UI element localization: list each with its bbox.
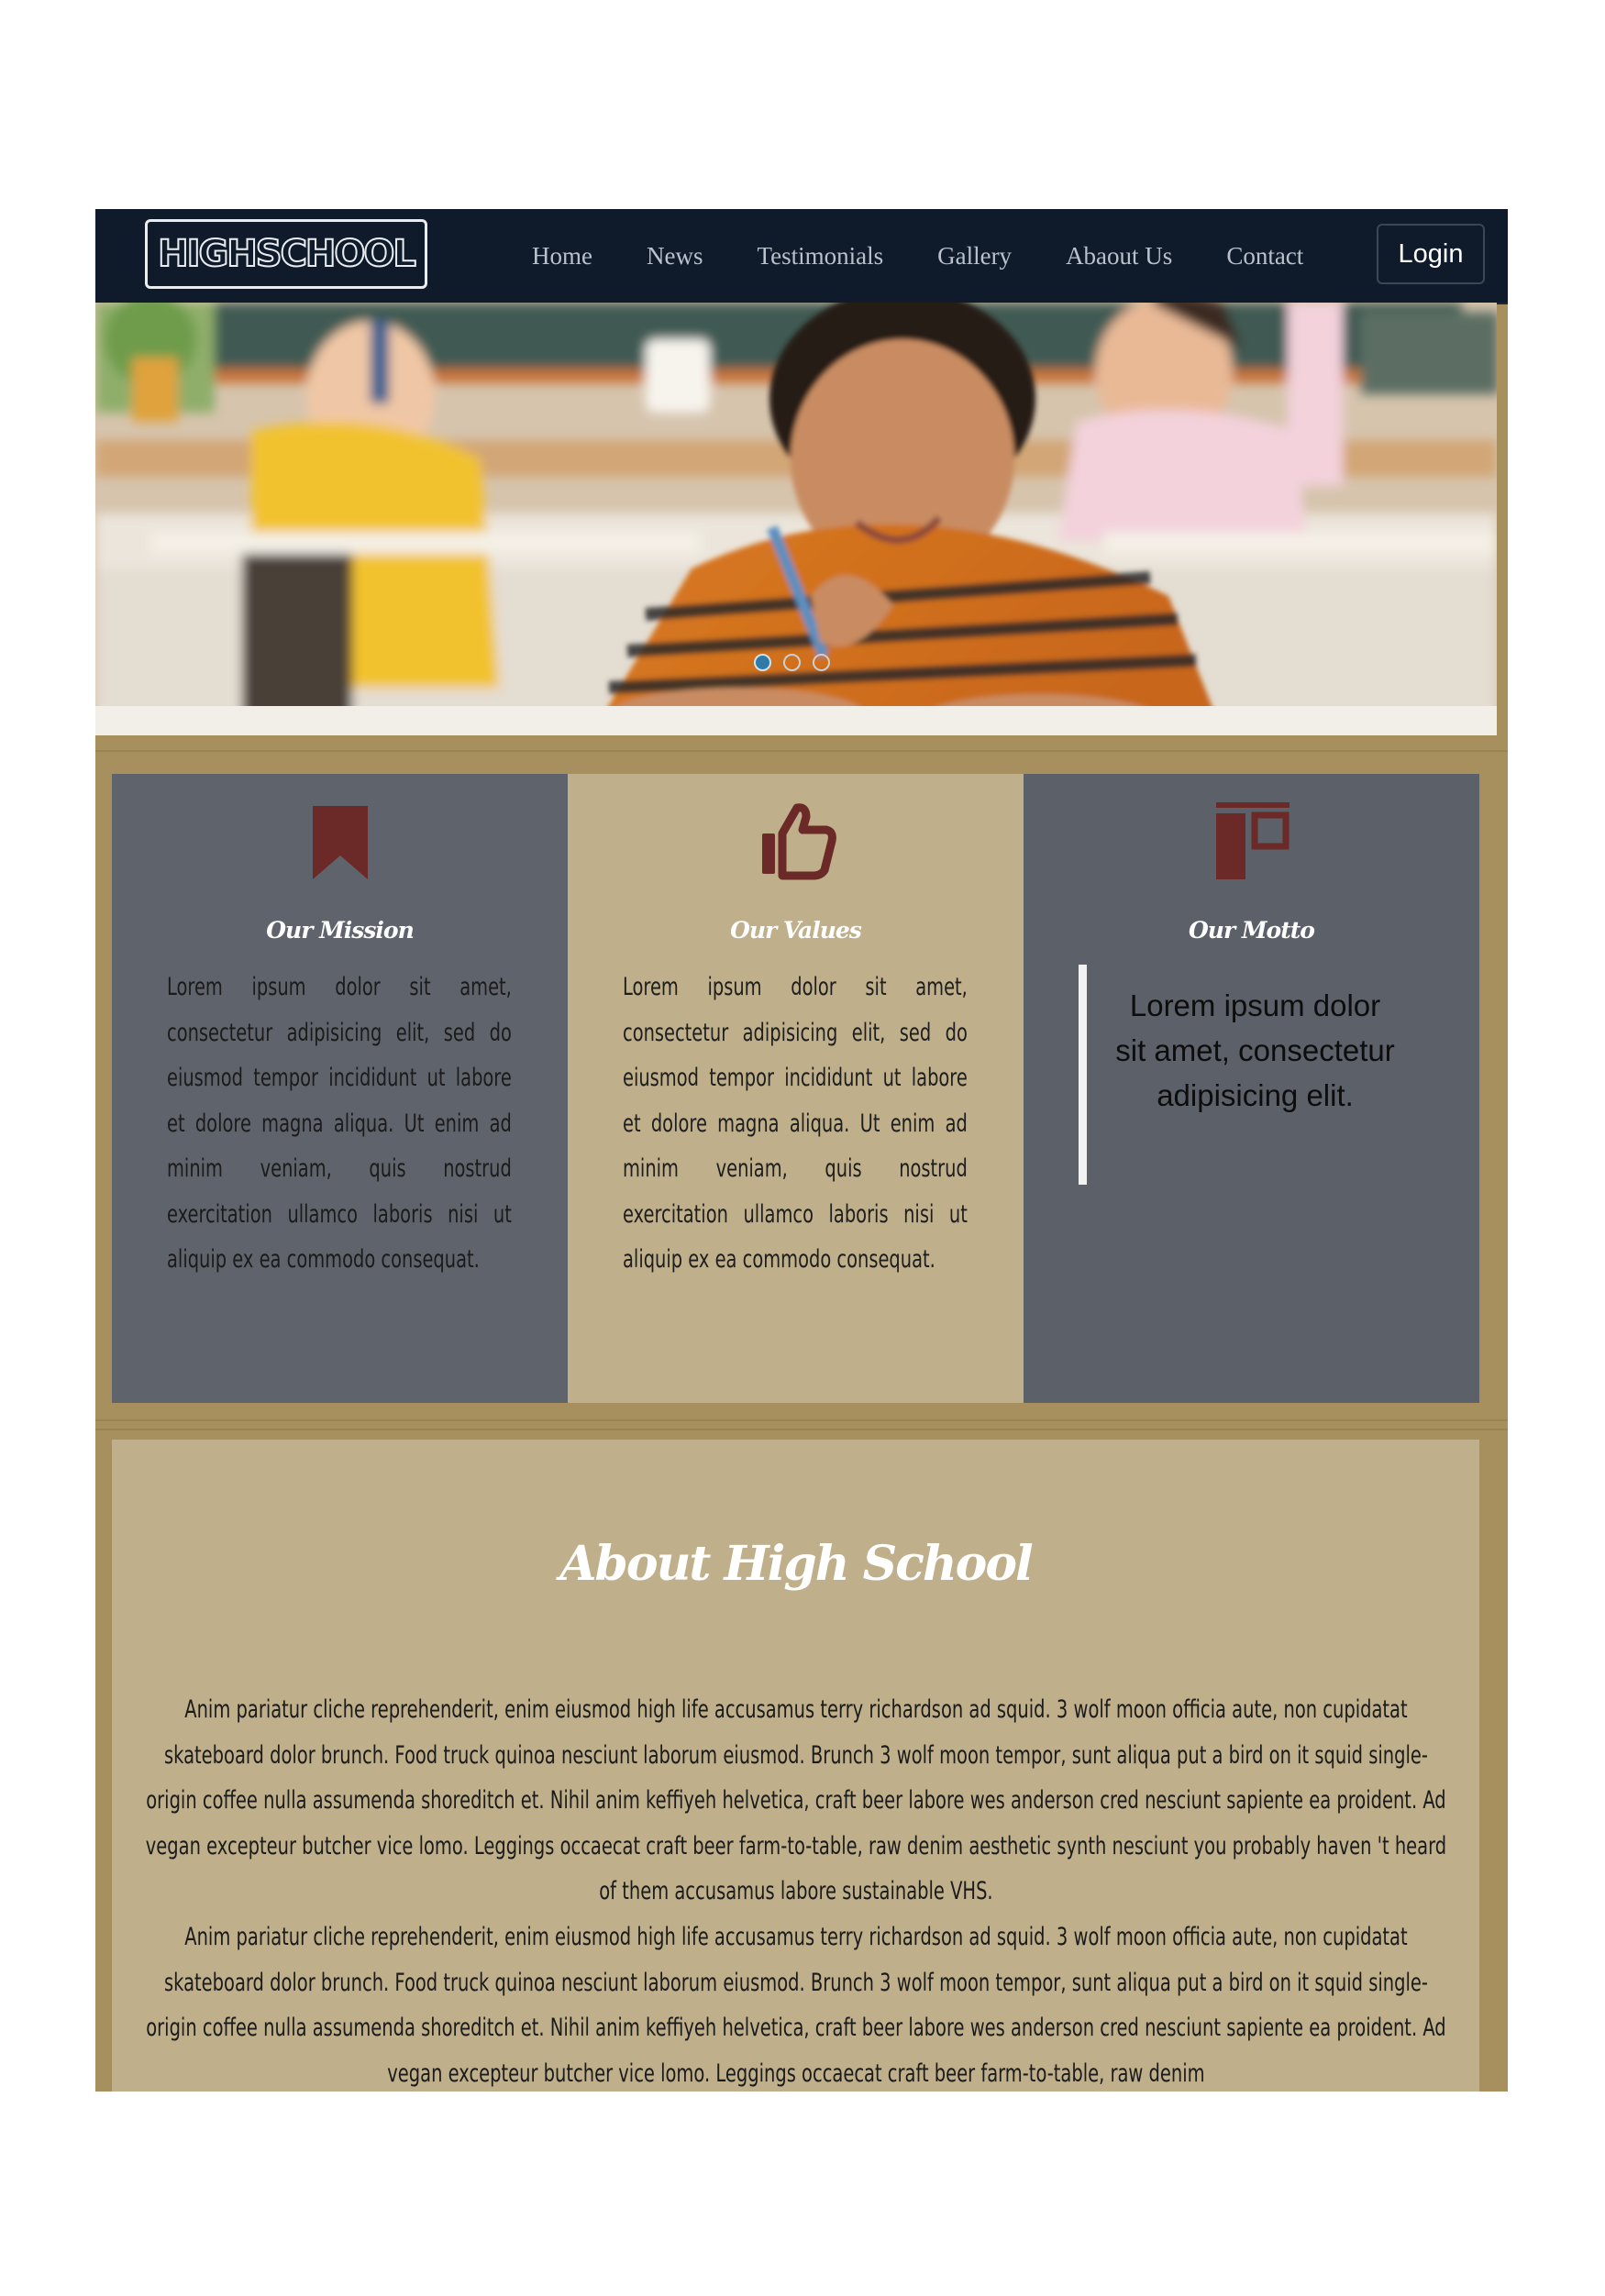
about-paragraph-2: Anim pariatur cliche reprehenderit, enim…	[145, 1915, 1447, 2092]
login-button[interactable]: Login	[1377, 224, 1485, 284]
carousel-dot-1[interactable]	[754, 654, 771, 671]
motto-panel: Our Motto Lorem ipsum dolor sit amet, co…	[1024, 774, 1479, 1403]
about-paragraph-1-text: Anim pariatur cliche reprehenderit, enim…	[145, 1695, 1447, 1906]
nav-link-contact[interactable]: Contact	[1226, 242, 1303, 270]
nav-link-home[interactable]: Home	[532, 242, 592, 270]
carousel-dot-3[interactable]	[813, 654, 830, 671]
mission-panel: Our Mission Lorem ipsum dolor sit amet, …	[112, 774, 568, 1403]
thumbs-up-icon	[761, 803, 836, 880]
hero-carousel[interactable]	[95, 303, 1497, 735]
nav-link-gallery[interactable]: Gallery	[937, 242, 1012, 270]
nav-link-testimonials[interactable]: Testimonials	[757, 242, 883, 270]
wood-grain	[95, 1429, 1508, 1430]
feature-panels: Our Mission Lorem ipsum dolor sit amet, …	[112, 774, 1479, 1403]
page-container: HIGHSCHOOL Home News Testimonials Galler…	[95, 209, 1508, 2092]
mission-title: Our Mission	[266, 917, 415, 944]
nav-link-news[interactable]: News	[647, 242, 703, 270]
motto-title: Our Motto	[1189, 917, 1315, 944]
logo[interactable]: HIGHSCHOOL	[145, 219, 427, 289]
about-title: About High School	[559, 1536, 1034, 1592]
motto-quote: Lorem ipsum dolor sit amet, consectetur …	[1115, 988, 1395, 1112]
about-section: About High School Anim pariatur cliche r…	[112, 1440, 1479, 2092]
nav-link-about-us[interactable]: Abaout Us	[1066, 242, 1172, 270]
about-paragraph-1: Anim pariatur cliche reprehenderit, enim…	[145, 1687, 1447, 1915]
carousel-dot-2[interactable]	[783, 654, 801, 671]
bookmark-icon	[312, 806, 368, 879]
mission-text: Lorem ipsum dolor sit amet, consectetur …	[167, 973, 512, 1274]
blockquote-bar	[1079, 965, 1087, 1185]
values-text: Lorem ipsum dolor sit amet, consectetur …	[623, 973, 968, 1274]
carousel-indicators	[754, 654, 830, 671]
navbar: HIGHSCHOOL Home News Testimonials Galler…	[95, 209, 1508, 304]
values-panel: Our Values Lorem ipsum dolor sit amet, c…	[568, 774, 1024, 1403]
about-paragraph-2-text: Anim pariatur cliche reprehenderit, enim…	[146, 1923, 1446, 2088]
wood-grain	[95, 1419, 1508, 1421]
nav-links: Home News Testimonials Gallery Abaout Us…	[532, 209, 1303, 303]
wood-grain	[95, 750, 1508, 752]
values-title: Our Values	[730, 917, 862, 944]
layout-icon	[1215, 802, 1290, 879]
